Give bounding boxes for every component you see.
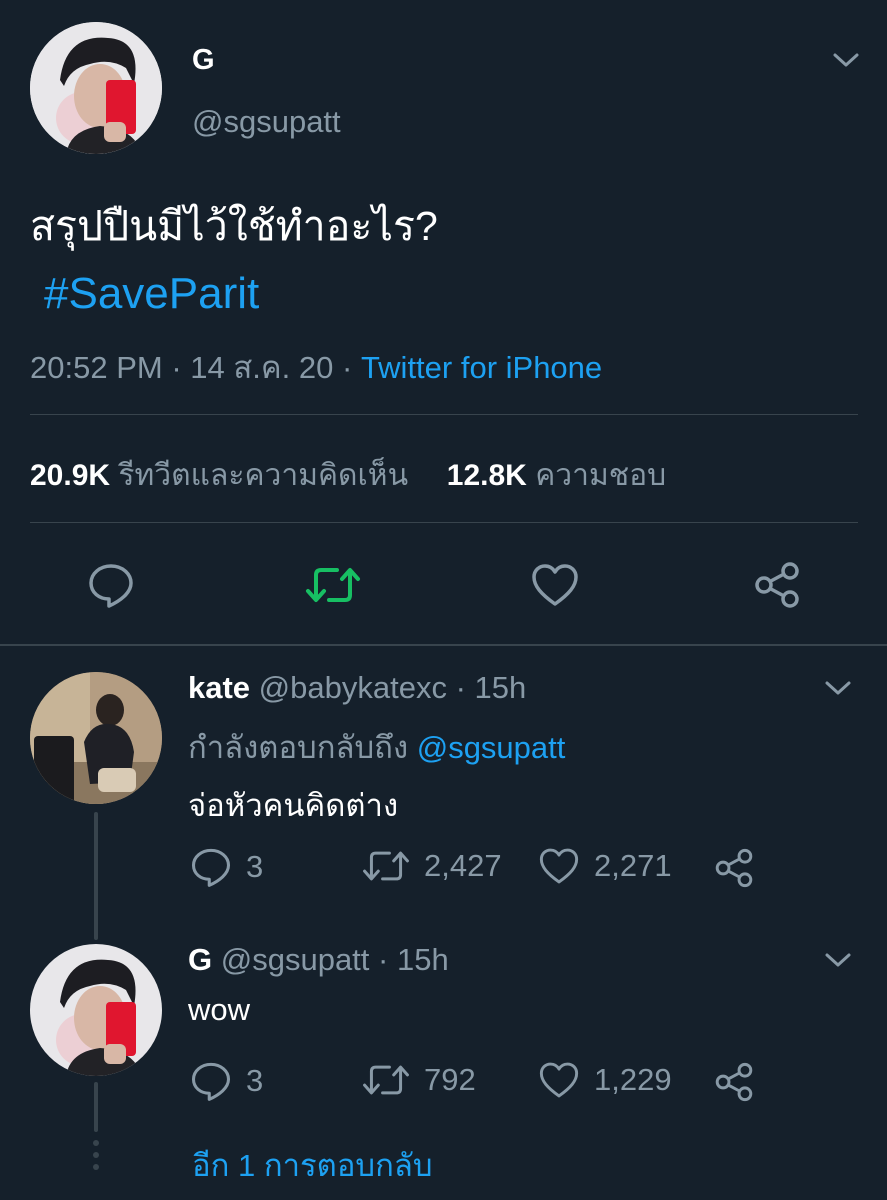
section-divider: [0, 644, 887, 646]
reply-time: 15h: [397, 942, 449, 977]
share-button[interactable]: [750, 558, 804, 612]
retweet-count: 792: [424, 1062, 476, 1097]
likes-label[interactable]: ความชอบ: [535, 459, 666, 492]
avatar[interactable]: [30, 22, 162, 154]
thread-connector: [94, 812, 98, 940]
like-action[interactable]: 2,271: [538, 846, 672, 886]
share-button[interactable]: [712, 1060, 756, 1104]
profile-photo: [30, 944, 162, 1076]
chevron-down-icon[interactable]: [828, 42, 864, 78]
replying-to: กำลังตอบกลับถึง @sgsupatt: [188, 722, 565, 772]
retweet-action[interactable]: 792: [362, 1060, 476, 1100]
divider: [30, 414, 858, 415]
meta-separator: ·: [341, 350, 353, 385]
reply-button[interactable]: [84, 558, 138, 612]
meta-separator: ·: [455, 670, 466, 705]
reply-count: 3: [246, 1063, 264, 1098]
tweet-text: สรุปปืนมีไว้ใช้ทำอะไร?: [30, 203, 438, 249]
chevron-down-icon[interactable]: [818, 672, 858, 704]
like-button[interactable]: [528, 558, 582, 612]
reply-action[interactable]: 3: [190, 1060, 263, 1102]
tweet-stats: 20.9K รีทวีตและความคิดเห็น 12.8K ความชอบ: [30, 452, 666, 499]
author-handle[interactable]: @sgsupatt: [192, 104, 341, 140]
reply-text: wow: [188, 992, 251, 1027]
meta-separator: ·: [378, 942, 389, 977]
reply-text: จ่อหัวคนคิดต่าง: [188, 788, 399, 823]
tweet-date: 14 ส.ค. 20: [190, 350, 334, 385]
reply-header: kate @babykatexc · 15h: [188, 670, 526, 706]
like-count: 2,271: [594, 848, 672, 883]
likes-count[interactable]: 12.8K: [447, 459, 527, 492]
reply-icon: [89, 564, 133, 608]
reply-author-name[interactable]: G: [188, 942, 212, 977]
reply-count: 3: [246, 849, 264, 884]
retweets-count[interactable]: 20.9K: [30, 459, 110, 492]
retweet-icon: [306, 568, 360, 602]
share-icon: [755, 562, 799, 608]
more-replies-link[interactable]: อีก 1 การตอบกลับ: [192, 1140, 433, 1190]
tweet-source-link[interactable]: Twitter for iPhone: [361, 350, 602, 385]
heart-icon: [539, 848, 579, 884]
hashtag-link[interactable]: #SaveParit: [44, 266, 259, 322]
thread-dots: [93, 1140, 99, 1170]
retweet-button[interactable]: [304, 558, 362, 612]
reply-action[interactable]: 3: [190, 846, 263, 888]
reply-header: G @sgsupatt · 15h: [188, 942, 449, 978]
replying-to-prefix: กำลังตอบกลับถึง: [188, 730, 409, 765]
reply-author-handle[interactable]: @babykatexc: [259, 670, 447, 705]
author-name[interactable]: G: [192, 44, 215, 77]
meta-separator: ·: [171, 350, 182, 385]
share-icon: [715, 848, 753, 888]
like-action[interactable]: 1,229: [538, 1060, 672, 1100]
divider: [30, 522, 858, 523]
replying-to-link[interactable]: @sgsupatt: [417, 730, 566, 765]
heart-icon: [539, 1062, 579, 1098]
share-button[interactable]: [712, 846, 756, 890]
share-icon: [715, 1062, 753, 1102]
retweet-icon: [363, 851, 409, 881]
retweet-icon: [363, 1065, 409, 1095]
retweets-label[interactable]: รีทวีตและความคิดเห็น: [118, 459, 408, 492]
tweet-meta: 20:52 PM · 14 ส.ค. 20 · Twitter for iPho…: [30, 342, 602, 392]
reply-author-name[interactable]: kate: [188, 670, 250, 705]
reply-icon: [191, 848, 231, 887]
retweet-action[interactable]: 2,427: [362, 846, 502, 886]
avatar[interactable]: [30, 672, 162, 804]
tweet-time: 20:52 PM: [30, 350, 163, 385]
thread-connector: [94, 1082, 98, 1132]
profile-photo: [30, 672, 162, 804]
avatar[interactable]: [30, 944, 162, 1076]
chevron-down-icon[interactable]: [818, 944, 858, 976]
like-count: 1,229: [594, 1062, 672, 1097]
profile-photo: [30, 22, 162, 154]
reply-author-handle[interactable]: @sgsupatt: [221, 942, 370, 977]
heart-icon: [532, 564, 578, 606]
retweet-count: 2,427: [424, 848, 502, 883]
reply-icon: [191, 1062, 231, 1101]
reply-time: 15h: [474, 670, 527, 705]
